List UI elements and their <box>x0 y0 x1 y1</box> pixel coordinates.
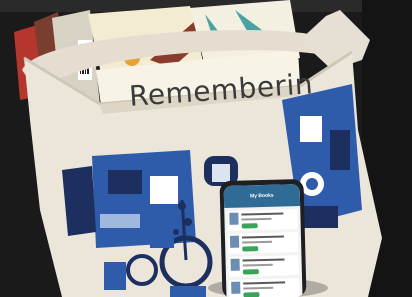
app-action-button <box>242 269 259 275</box>
book-thumbnail <box>229 212 239 225</box>
book-list-item <box>227 209 298 231</box>
phone-screen: My Books <box>223 184 303 297</box>
book-thumbnail <box>230 258 240 271</box>
book-list-item <box>227 232 299 254</box>
book-thumbnail <box>229 235 240 248</box>
tote-bag-illustration <box>0 0 412 297</box>
app-action-button <box>242 246 259 252</box>
smartphone: My Books <box>219 178 307 297</box>
app-header: My Books <box>223 184 301 209</box>
photo-scene: Rememberin My Books <box>0 0 412 297</box>
app-action-button <box>243 292 260 297</box>
book-list-item <box>228 255 299 277</box>
book-list-item <box>229 278 300 297</box>
app-action-button <box>241 223 258 229</box>
book-thumbnail <box>231 281 241 294</box>
